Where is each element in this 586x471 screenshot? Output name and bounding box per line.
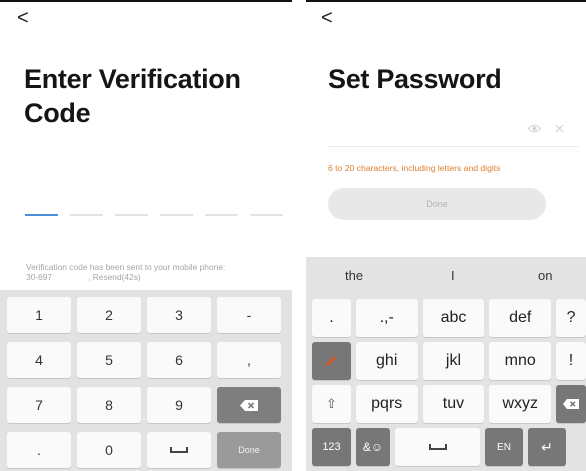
suggestion-bar: the I on [306,257,586,294]
symbols-emoji-key[interactable]: &☺ [356,428,390,466]
code-slot[interactable] [115,214,148,216]
top-divider [306,0,586,2]
set-password-screen: < Set Password 6 to 20 characters, inclu… [306,0,586,471]
code-slot[interactable] [25,214,58,216]
key-def[interactable]: def [489,299,552,337]
space-icon [428,444,447,450]
backspace-key[interactable] [217,387,281,423]
key-1[interactable]: 1 [7,297,71,333]
code-slot[interactable] [70,214,103,216]
shift-key[interactable]: ⇧ [312,385,351,423]
space-key[interactable] [395,428,480,466]
key-dot[interactable]: . [312,299,351,337]
code-slot[interactable] [205,214,238,216]
code-slot[interactable] [160,214,193,216]
page-title: Set Password [328,64,502,94]
clear-icon[interactable] [555,124,564,133]
key-wxyz[interactable]: wxyz [489,385,552,423]
verification-screen: < Enter Verification Code Verification c… [0,0,292,471]
password-hint: 6 to 20 characters, including letters an… [328,163,501,173]
key-abc[interactable]: abc [422,299,485,337]
key-punct[interactable]: .,- [355,299,418,337]
numeric-keypad: 1 2 3 - 4 5 6 , 7 8 9 . 0 Done [0,290,292,471]
pen-icon [326,356,337,366]
key-dot[interactable]: . [7,432,71,468]
suggestion-i[interactable]: I [451,268,455,283]
key-jkl[interactable]: jkl [422,342,485,380]
numbers-key[interactable]: 123 [312,428,351,466]
suggestion-the[interactable]: the [345,268,363,283]
verification-hint: Verification code has been sent to your … [26,262,288,282]
key-2[interactable]: 2 [77,297,141,333]
key-6[interactable]: 6 [147,342,211,378]
back-button[interactable]: < [17,8,29,28]
suggestion-on[interactable]: on [538,268,552,283]
handwriting-key[interactable] [312,342,351,380]
key-tuv[interactable]: tuv [422,385,485,423]
hint-phone: 30-697 [26,272,53,282]
resend-link[interactable]: , Resend(42s) [88,272,141,282]
key-ghi[interactable]: ghi [355,342,418,380]
key-0[interactable]: 0 [77,432,141,468]
code-slot[interactable] [250,214,283,216]
language-key[interactable]: EN [485,428,523,466]
key-mno[interactable]: mno [489,342,552,380]
back-button[interactable]: < [321,8,333,28]
hint-text: Verification code has been sent to your … [26,262,226,272]
key-exclaim[interactable]: ! [556,342,586,380]
done-button[interactable]: Done [328,188,546,220]
space-key[interactable] [147,432,211,468]
code-input[interactable] [25,214,283,216]
key-pqrs[interactable]: pqrs [355,385,418,423]
backspace-icon [563,399,580,409]
page-title: Enter Verification Code [24,64,241,128]
key-dash[interactable]: - [217,297,281,333]
backspace-key[interactable] [556,385,586,423]
key-7[interactable]: 7 [7,387,71,423]
enter-key[interactable]: ↵ [528,428,566,466]
key-question[interactable]: ? [556,299,586,337]
key-5[interactable]: 5 [77,342,141,378]
eye-icon[interactable] [528,124,541,133]
t9-keyboard: the I on . .,- abc def ? ghi jkl mno ! ⇧… [306,257,586,471]
backspace-icon [240,399,258,411]
key-comma[interactable]: , [217,342,281,378]
password-input[interactable] [328,146,578,147]
key-8[interactable]: 8 [77,387,141,423]
done-key[interactable]: Done [217,432,281,468]
key-4[interactable]: 4 [7,342,71,378]
key-3[interactable]: 3 [147,297,211,333]
top-divider [0,0,292,2]
space-icon [170,447,188,453]
key-9[interactable]: 9 [147,387,211,423]
